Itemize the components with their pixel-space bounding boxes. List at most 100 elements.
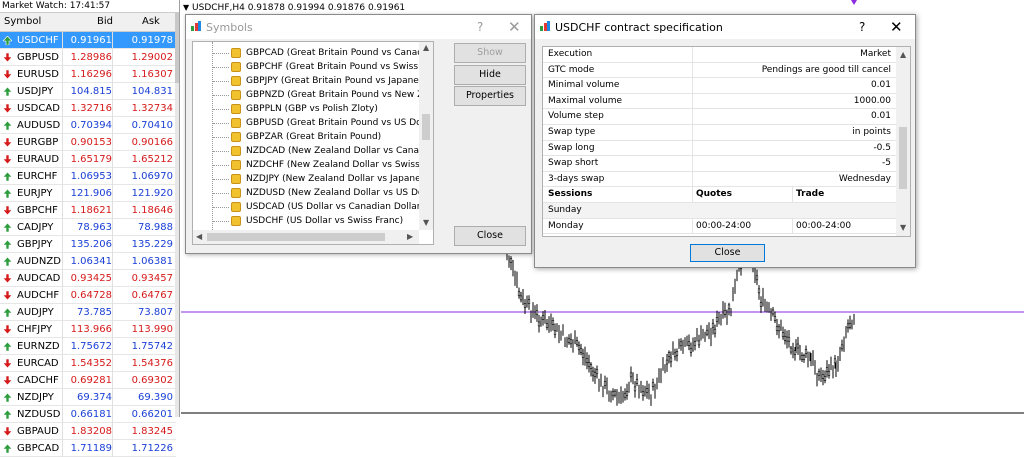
symbol-column-header[interactable]: Symbol <box>4 16 41 27</box>
scroll-right-icon[interactable]: ▶ <box>407 232 413 241</box>
spec-row: Swap short -5 <box>543 156 896 172</box>
symbols-horizontal-scrollbar[interactable]: ◀ ▶ <box>193 230 419 244</box>
row-symbol: AUDJPY <box>17 307 54 318</box>
bid-column-header[interactable]: Bid <box>97 16 113 27</box>
row-symbol: AUDUSD <box>17 120 61 131</box>
market-watch-row[interactable]: NZDJPY 69.374 69.390 <box>0 389 176 406</box>
market-watch-row[interactable]: AUDCHF 0.64728 0.64767 <box>0 287 176 304</box>
symbols-dialog-titlebar[interactable]: Symbols ? ✕ <box>186 15 531 39</box>
price-down-arrow-icon <box>3 274 12 283</box>
row-symbol: NZDUSD <box>17 409 61 420</box>
close-icon[interactable]: ✕ <box>508 18 521 36</box>
spec-key: 3-days swap <box>548 173 605 184</box>
row-ask: 135.229 <box>131 239 173 250</box>
market-watch-row[interactable]: CADJPY 78.963 78.988 <box>0 219 176 236</box>
scroll-down-icon[interactable]: ▼ <box>423 218 429 227</box>
row-symbol: EURUSD <box>17 69 59 80</box>
spec-value: -5 <box>882 158 891 169</box>
market-watch-row[interactable]: GBPUSD 1.28986 1.29002 <box>0 49 176 66</box>
market-watch-row[interactable]: GBPJPY 135.206 135.229 <box>0 236 176 253</box>
market-watch-row[interactable]: AUDCAD 0.93425 0.93457 <box>0 270 176 287</box>
spec-value: in points <box>852 127 891 137</box>
close-icon[interactable]: ✕ <box>890 18 903 36</box>
spec-dialog-titlebar[interactable]: USDCHF contract specification ? ✕ <box>535 15 915 39</box>
market-watch-row[interactable]: EURNZD 1.75672 1.75742 <box>0 338 176 355</box>
spec-row: Swap long -0.5 <box>543 140 896 157</box>
help-icon[interactable]: ? <box>477 20 483 34</box>
market-watch-row[interactable]: EURCAD 1.54352 1.54376 <box>0 355 176 372</box>
row-ask: 1.75742 <box>131 341 173 352</box>
market-watch-row[interactable]: GBPCAD 1.71189 1.71226 <box>0 440 176 457</box>
scroll-thumb[interactable] <box>899 127 907 189</box>
scroll-up-icon[interactable]: ▲ <box>423 43 429 52</box>
symbols-close-button[interactable]: Close <box>454 226 526 246</box>
symbols-vertical-scrollbar[interactable]: ▲ ▼ <box>419 42 433 230</box>
spec-row: Minimal volume 0.01 <box>543 78 896 94</box>
symbol-coin-icon <box>231 90 241 100</box>
symbol-coin-icon <box>231 202 241 212</box>
scroll-thumb[interactable] <box>207 233 385 241</box>
symbols-tree[interactable]: GBPCAD (Great Britain Pound vs Canadian … <box>192 41 434 245</box>
market-watch-row[interactable]: USDCHF 0.91961 0.91978 <box>0 32 176 49</box>
scroll-left-icon[interactable]: ◀ <box>196 232 202 241</box>
price-up-arrow-icon <box>3 444 12 453</box>
row-bid: 1.83208 <box>70 426 112 437</box>
row-bid: 0.91961 <box>70 35 112 46</box>
spec-vertical-scrollbar[interactable]: ▲ ▼ <box>896 47 910 236</box>
market-watch-row[interactable]: AUDNZD 1.06341 1.06381 <box>0 253 176 270</box>
properties-button[interactable]: Properties <box>454 86 526 106</box>
spec-value: 0.01 <box>870 80 891 91</box>
help-icon[interactable]: ? <box>859 20 865 34</box>
market-watch-row[interactable]: EURUSD 1.16296 1.16307 <box>0 66 176 83</box>
row-bid: 1.71189 <box>70 443 112 454</box>
row-bid: 0.70394 <box>70 120 112 131</box>
market-watch-row[interactable]: NZDUSD 0.66181 0.66201 <box>0 406 176 423</box>
hide-button[interactable]: Hide <box>454 65 526 85</box>
market-watch-scrollbar[interactable] <box>175 13 179 417</box>
row-symbol: NZDJPY <box>17 392 54 403</box>
chart-shift-marker[interactable] <box>851 0 857 5</box>
scroll-thumb[interactable] <box>422 114 430 140</box>
price-up-arrow-icon <box>3 308 12 317</box>
market-watch-row[interactable]: EURGBP 0.90153 0.90166 <box>0 134 176 151</box>
price-up-arrow-icon <box>3 240 12 249</box>
market-watch-row[interactable]: EURAUD 1.65179 1.65212 <box>0 151 176 168</box>
price-down-arrow-icon <box>3 376 12 385</box>
market-watch-row[interactable]: EURCHF 1.06953 1.06970 <box>0 168 176 185</box>
price-up-arrow-icon <box>3 393 12 402</box>
market-watch-row[interactable]: USDJPY 104.815 104.831 <box>0 83 176 100</box>
symbol-tree-label: USDCHF (US Dollar vs Swiss Franc) <box>246 216 404 226</box>
market-watch-row[interactable]: AUDUSD 0.70394 0.70410 <box>0 117 176 134</box>
row-symbol: EURJPY <box>17 188 53 199</box>
specification-table: Execution Market GTC mode Pendings are good… <box>542 46 911 237</box>
row-bid: 0.66181 <box>70 409 112 420</box>
row-symbol: AUDCAD <box>17 273 61 284</box>
row-bid: 0.64728 <box>70 290 112 301</box>
scroll-up-icon[interactable]: ▲ <box>900 50 906 59</box>
row-bid: 1.18621 <box>70 205 112 216</box>
market-watch-row[interactable]: AUDJPY 73.785 73.807 <box>0 304 176 321</box>
scroll-down-icon[interactable]: ▼ <box>900 223 906 232</box>
market-watch-row[interactable]: CHFJPY 113.966 113.990 <box>0 321 176 338</box>
session-quotes: 00:00-24:00 <box>696 220 752 231</box>
spec-key: Volume step <box>548 111 604 122</box>
ask-column-header[interactable]: Ask <box>142 16 160 27</box>
show-button[interactable]: Show <box>454 43 526 63</box>
price-up-arrow-icon <box>3 410 12 419</box>
market-watch-row[interactable]: EURJPY 121.906 121.920 <box>0 185 176 202</box>
market-watch-row[interactable]: CADCHF 0.69281 0.69302 <box>0 372 176 389</box>
price-down-arrow-icon <box>3 104 12 113</box>
spec-key: Execution <box>548 49 593 59</box>
spec-row: 3-days swap Wednesday <box>543 171 896 188</box>
spec-value: 0.01 <box>870 111 891 122</box>
market-watch-row[interactable]: USDCAD 1.32716 1.32734 <box>0 100 176 117</box>
market-watch-row[interactable]: GBPAUD 1.83208 1.83245 <box>0 423 176 440</box>
symbol-tree-label: NZDCHF (New Zealand Dollar vs Swiss Fran… <box>246 160 434 170</box>
market-watch-row[interactable]: GBPCHF 1.18621 1.18646 <box>0 202 176 219</box>
symbol-coin-icon <box>231 216 241 226</box>
symbol-tree-label: NZDUSD (New Zealand Dollar vs US Dollar) <box>246 188 434 198</box>
symbol-coin-icon <box>231 62 241 72</box>
spec-close-button[interactable]: Close <box>690 244 765 262</box>
row-symbol: GBPUSD <box>17 52 60 63</box>
row-ask: 0.90166 <box>131 137 173 148</box>
